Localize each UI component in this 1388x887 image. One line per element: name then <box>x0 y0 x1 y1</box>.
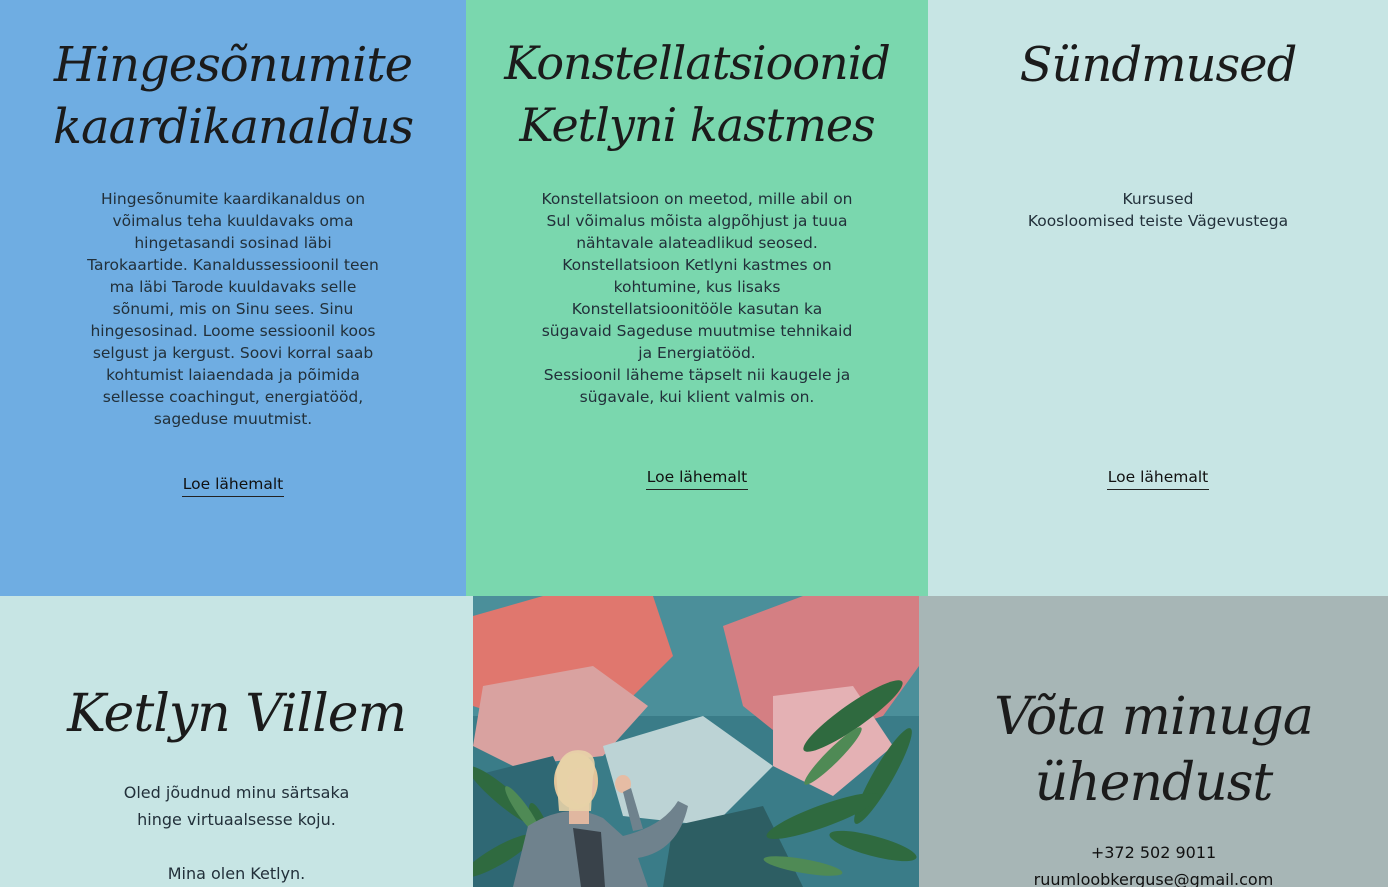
tarot-title: Hingesõnumite kaardikanaldus <box>0 34 466 158</box>
constellations-service-panel: Konstellatsioonid Ketlyni kastmes Konste… <box>466 0 928 596</box>
constellations-text-line: Konstellatsioon on meetod, mille abil on <box>541 190 853 208</box>
tarot-title-line1: Hingesõnumite <box>53 37 413 93</box>
tarot-text-line: ma läbi Tarode kuuldavaks selle <box>109 278 357 296</box>
about-text-line: Mina olen Ketlyn. <box>167 864 306 883</box>
constellations-read-more-link[interactable]: Loe lähemalt <box>645 467 749 490</box>
phone-number[interactable]: +372 502 9011 <box>944 839 1364 866</box>
contact-title: Võta minuga ühendust <box>919 684 1388 816</box>
events-title: Sündmused <box>1019 37 1298 93</box>
about-text-line: Oled jõudnud minu särtsaka <box>123 783 350 802</box>
events-description: Kursused Koosloomised teiste Vägevustega <box>978 188 1338 232</box>
constellations-title-line1: Konstellatsioonid <box>504 36 891 90</box>
events-panel: Sündmused Kursused Koosloomised teiste V… <box>928 0 1388 596</box>
tarot-text-line: Tarokaartide. Kanaldussessioonil teen <box>87 256 379 274</box>
constellations-description: Konstellatsioon on meetod, mille abil on… <box>517 188 877 408</box>
contact-details: +372 502 9011 ruumloobkerguse@gmail.com <box>944 839 1364 887</box>
tarot-text-line: võimalus teha kuuldavaks oma <box>112 212 354 230</box>
events-text-line: Kursused <box>1122 190 1194 208</box>
constellations-title-line2: Ketlyni kastmes <box>519 98 875 152</box>
about-description: Oled jõudnud minu särtsaka hinge virtuaa… <box>57 779 417 887</box>
tarot-text-line: Hingesõnumite kaardikanaldus on <box>100 190 366 208</box>
constellations-text-line: Sul võimalus mõista algpõhjust ja tuua <box>546 212 848 230</box>
constellations-text-line: Sessioonil läheme täpselt nii kaugele ja <box>543 366 851 384</box>
tarot-service-panel: Hingesõnumite kaardikanaldus Hingesõnumi… <box>0 0 466 596</box>
contact-title-line1: Võta minuga <box>994 687 1314 747</box>
tarot-text-line: selgust ja kergust. Soovi korral saab <box>92 344 374 362</box>
constellations-text-line: kohtumine, kus lisaks <box>613 278 781 296</box>
constellations-text-line: Konstellatsioonitööle kasutan ka <box>571 300 823 318</box>
about-panel: Ketlyn Villem Oled jõudnud minu särtsaka… <box>0 596 473 887</box>
events-text-line: Koosloomised teiste Vägevustega <box>1027 212 1289 230</box>
about-text-line: hinge virtuaalsesse koju. <box>137 810 336 829</box>
tarot-text-line: sellesse coachingut, energiatööd, <box>102 388 364 406</box>
events-read-more-link[interactable]: Loe lähemalt <box>1106 467 1210 490</box>
constellations-text-line: nähtavale alateadlikud seosed. <box>576 234 818 252</box>
tarot-text-line: sõnumi, mis on Sinu sees. Sinu <box>112 300 354 318</box>
tarot-title-line2: kaardikanaldus <box>52 99 414 155</box>
tarot-text-line: kohtumist laiaendada ja põimida <box>106 366 360 384</box>
constellations-title: Konstellatsioonid Ketlyni kastmes <box>466 32 928 156</box>
constellations-text-line: sügavaid Sageduse muutmise tehnikaid <box>541 322 853 340</box>
constellations-text-line: ja Energiatööd. <box>638 344 756 362</box>
constellations-text-line: sügavale, kui klient valmis on. <box>579 388 815 406</box>
contact-panel: Võta minuga ühendust +372 502 9011 ruuml… <box>919 596 1388 887</box>
tarot-text-line: hingesosinad. Loome sessioonil koos <box>90 322 376 340</box>
tarot-description: Hingesõnumite kaardikanaldus on võimalus… <box>68 188 398 430</box>
constellations-text-line: Konstellatsioon Ketlyni kastmes on <box>562 256 832 274</box>
tarot-text-line: hingetasandi sosinad läbi <box>134 234 332 252</box>
about-title: Ketlyn Villem <box>67 684 407 744</box>
tarot-read-more-link[interactable]: Loe lähemalt <box>181 474 285 497</box>
email-address[interactable]: ruumloobkerguse@gmail.com <box>944 866 1364 887</box>
portrait-image <box>473 596 919 887</box>
contact-title-line2: ühendust <box>1034 753 1274 813</box>
tarot-text-line: sageduse muutmist. <box>153 410 313 428</box>
mural-portrait-illustration <box>473 596 919 887</box>
